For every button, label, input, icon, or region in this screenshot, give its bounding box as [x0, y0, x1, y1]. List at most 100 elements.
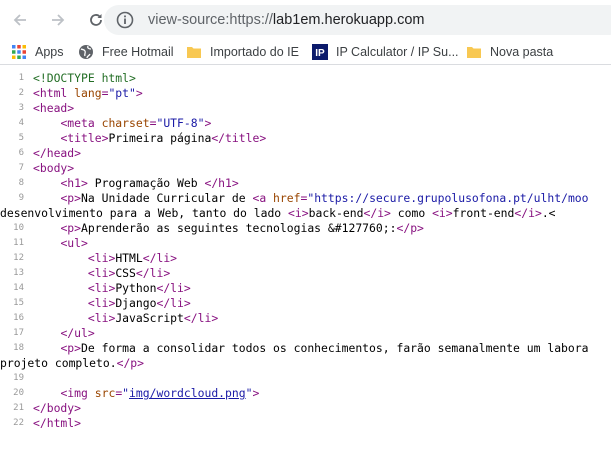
tag-text: </body> [33, 401, 82, 415]
text-content: De forma a consolidar todos os conhecime… [81, 341, 589, 355]
tag-text: > [204, 116, 212, 130]
bookmark-label: Free Hotmail [102, 45, 174, 59]
source-line: 22 </html> [0, 416, 611, 431]
source-line: 13 <li>CSS</li> [0, 266, 611, 281]
tag-text: </title> [211, 131, 267, 145]
attr-value: " [122, 386, 130, 400]
source-line: 8 <h1> Programação Web </h1> [0, 176, 611, 191]
url-host: lab1em.herokuapp.com [272, 12, 425, 28]
bookmark-free-hotmail[interactable]: Free Hotmail [78, 44, 174, 60]
tag-text: <p> [60, 191, 82, 205]
text-content: como [390, 206, 433, 220]
folder-icon [467, 47, 481, 58]
attr-value: "https://secure.grupolusofona.pt/ulht/mo… [307, 191, 589, 205]
source-code-view: 1 <!DOCTYPE html> 2 <html lang="pt"> 3 <… [0, 71, 611, 431]
tag-text: <h1> [60, 176, 88, 190]
svg-text:IP: IP [315, 48, 325, 59]
tag-text: </li> [183, 311, 219, 325]
text-content: CSS [115, 266, 136, 280]
site-info-icon[interactable] [116, 11, 134, 29]
text-content: JavaScript [115, 311, 184, 325]
line-number: 16 [13, 313, 24, 323]
url-text[interactable]: view-source:https://lab1em.herokuapp.com [148, 12, 424, 28]
bookmark-importado-do-ie[interactable]: Importado do IE [186, 44, 299, 60]
globe-icon [79, 45, 93, 59]
tag-text: <img [60, 386, 95, 400]
address-bar[interactable]: view-source:https://lab1em.herokuapp.com [104, 5, 611, 35]
attr-text: href [273, 191, 301, 205]
bookmark-label: Apps [35, 45, 64, 59]
line-number: 2 [18, 88, 24, 98]
doctype-text: <!DOCTYPE html> [33, 71, 136, 85]
tag-text: <i> [432, 206, 453, 220]
forward-button[interactable] [46, 8, 70, 32]
bookmark-apps[interactable]: Apps [11, 44, 64, 60]
source-line: 14 <li>Python</li> [0, 281, 611, 296]
reload-icon [90, 14, 102, 26]
source-line: 9 <p>Na Unidade Curricular de <a href="h… [0, 191, 611, 206]
text-content: desenvolvimento para a Web, tanto do lad… [0, 206, 289, 220]
line-number: 17 [13, 328, 24, 338]
tag-text: </p> [116, 356, 145, 370]
text-content: Django [115, 296, 157, 310]
line-number: 22 [13, 418, 24, 428]
tag-text: <a [252, 191, 274, 205]
line-number: 15 [13, 298, 24, 308]
line-number: 1 [18, 73, 24, 83]
tag-text: <head> [33, 101, 75, 115]
source-line: 11 <ul> [0, 236, 611, 251]
back-button[interactable] [8, 8, 32, 32]
source-line: 2 <html lang="pt"> [0, 86, 611, 101]
text-content: front-end [452, 206, 515, 220]
tag-text: </head> [33, 146, 82, 160]
line-number: 19 [13, 373, 24, 383]
url-scheme: view-source:https:// [148, 12, 273, 28]
line-number: 6 [18, 148, 24, 158]
tag-text: <body> [33, 161, 75, 175]
source-line: 18 <p>De forma a consolidar todos os con… [0, 341, 611, 356]
folder-icon [187, 47, 201, 58]
bookmark-ip-calculator[interactable]: IP IP Calculator / IP Su... [312, 44, 459, 60]
line-number: 5 [18, 133, 24, 143]
back-arrow-icon [13, 14, 26, 26]
image-src-link[interactable]: img/wordcloud.png [129, 386, 246, 400]
forward-arrow-icon [52, 14, 65, 26]
attr-value: "pt" [108, 86, 136, 100]
text-content: HTML [115, 251, 143, 265]
tag-text: <li> [87, 311, 116, 325]
line-number: 20 [13, 388, 24, 398]
text-content: Programação Web [87, 176, 205, 190]
tag-text: <p> [60, 221, 82, 235]
line-number: 8 [18, 178, 24, 188]
bookmark-label: Nova pasta [490, 45, 554, 59]
bookmarks-bar: Apps Free Hotmail Importado do IE IP IP … [0, 40, 611, 65]
bookmark-nova-pasta[interactable]: Nova pasta [466, 44, 553, 60]
source-line: 3 <head> [0, 101, 611, 116]
tag-text: <li> [87, 296, 116, 310]
browser-toolbar: view-source:https://lab1em.herokuapp.com [0, 0, 611, 40]
tag-text: <html [33, 86, 75, 100]
attr-value: "UTF-8" [156, 116, 205, 130]
tag-text: </i> [363, 206, 391, 220]
tag-text: </li> [135, 266, 171, 280]
tag-text: </i> [514, 206, 542, 220]
tag-text: </html> [33, 416, 82, 430]
tag-text: <meta [60, 116, 102, 130]
text-content: .< [541, 206, 556, 220]
line-number: 13 [13, 268, 24, 278]
attr-text: lang [74, 86, 102, 100]
text-content: Na Unidade Curricular de [81, 191, 253, 205]
text-content: Aprenderão as seguintes tecnologias &#12… [81, 221, 397, 235]
line-number: 21 [13, 403, 24, 413]
tag-text: <title> [60, 131, 109, 145]
line-number: 14 [13, 283, 24, 293]
bookmark-label: IP Calculator / IP Su... [336, 45, 459, 59]
